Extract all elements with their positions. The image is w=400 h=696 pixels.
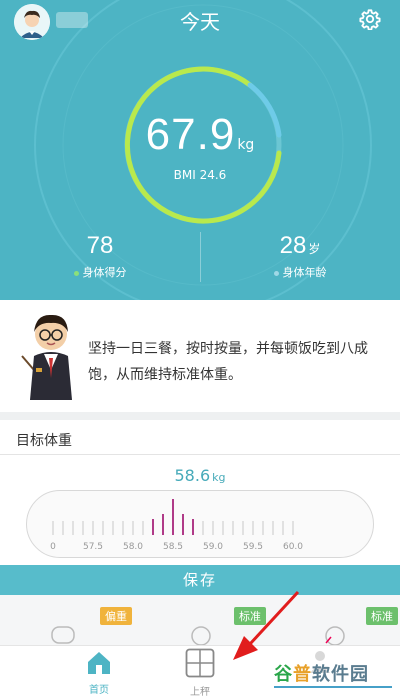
status-badge: 偏重 [100,607,132,625]
weight-value: 67.9 [145,110,236,159]
watermark: 谷普软件园 [274,664,369,685]
tab-weigh-label: 上秤 [190,687,210,696]
settings-button[interactable] [359,8,381,31]
ruler-label: 58.0 [123,542,143,552]
page-title: 今天 [180,10,220,34]
target-weight-title: 目标体重 [16,433,72,449]
gear-icon [359,9,381,31]
target-divider [0,454,400,455]
ruler-label: 60.0 [283,542,303,552]
tip-card: 坚持一日三餐，按时按量，并每顿饭吃到八成饱，从而维持标准体重。 [0,300,400,412]
target-weight-value: 58.6 [174,466,211,485]
metric-icon [325,626,345,645]
body-metrics-strip: 偏重 标准 标准 [0,595,400,645]
metric-icon [191,626,211,645]
home-icon [88,652,110,674]
stats-divider [200,232,201,282]
body-age-stat[interactable]: 28 岁 身体年龄 [250,232,350,280]
ruler-label: 0 [50,542,56,552]
header: 今天 67.9 kg BMI 24.6 78 身体得分 28 岁 身体年龄 [0,0,400,300]
body-score-stat[interactable]: 78 身体得分 [50,232,150,280]
body-age-value: 28 [279,232,307,259]
target-weight-unit: kg [212,471,226,484]
weight-ruler-slider[interactable]: 0 57.5 58.0 58.5 59.0 59.5 60.0 [26,490,374,558]
ruler-ticks: 0 57.5 58.0 58.5 59.0 59.5 60.0 [50,499,303,552]
body-score-dot [73,270,79,276]
weight-unit: kg [237,137,255,153]
save-button[interactable]: 保存 [0,565,400,595]
ruler-label: 59.0 [203,542,223,552]
status-badge: 标准 [234,607,266,625]
tip-text: 坚持一日三餐，按时按量，并每顿饭吃到八成饱，从而维持标准体重。 [88,341,368,383]
status-badge: 标准 [366,607,398,625]
ruler-label: 57.5 [83,542,103,552]
tab-home-label: 首页 [89,685,109,696]
watermark-text: 软件园 [312,664,369,685]
bmi-label: BMI 24.6 [173,168,227,182]
body-score-value: 78 [86,232,114,259]
target-weight-section: 目标体重 58.6 kg 0 57.5 58.0 58.5 59.0 59.5 60.0 [0,420,400,565]
ruler-label: 59.5 [243,542,263,552]
tab-home[interactable]: 首页 [69,648,129,696]
body-age-dot [273,270,279,276]
body-age-label: 身体年龄 [282,266,327,279]
weight-display: 67.9 kg [0,110,400,160]
section-gap [0,412,400,420]
target-weight-display: 58.6 kg [0,466,400,485]
ruler-label: 58.5 [163,542,183,552]
watermark-underline [274,686,392,688]
body-age-unit: 岁 [308,242,321,256]
metric-icon [51,626,75,644]
doctor-mascot-icon [21,314,72,400]
tab-weigh[interactable]: 上秤 [170,648,230,696]
body-score-label: 身体得分 [82,266,127,279]
scale-icon [185,648,215,678]
